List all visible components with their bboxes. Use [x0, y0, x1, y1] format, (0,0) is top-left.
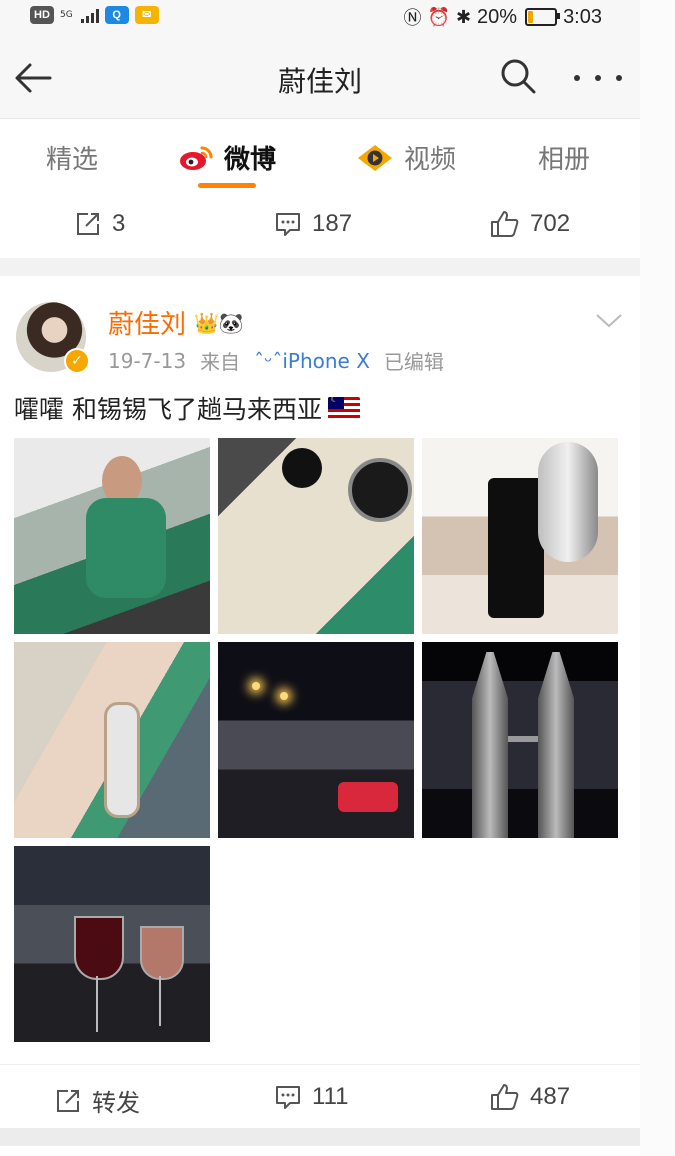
post-text: 嚯嚯 和锡锡飞了趟马来西亚	[14, 395, 322, 424]
status-bar: HD 5G Q ✉ Ⓝ ⏰ ✱ 20% 3:03	[0, 0, 640, 38]
username: 蔚佳刘	[108, 310, 187, 340]
edited-label: 已编辑	[383, 350, 444, 374]
video-icon	[358, 144, 392, 171]
photo-thumbnail[interactable]	[218, 642, 414, 838]
repost-count: 3	[112, 210, 126, 237]
weibo-logo-icon	[180, 146, 213, 170]
photo-thumbnail[interactable]	[14, 642, 210, 838]
post-actions: 转发 111 487	[0, 1064, 640, 1129]
like-count: 487	[530, 1083, 571, 1110]
post-card: ✓ 蔚佳刘 👑🐼 19-7-13 来自 ˆᵕˆiPhone X 已编辑 嚯嚯 和…	[0, 276, 640, 1128]
comment-icon	[276, 213, 300, 236]
comment-count: 187	[312, 210, 353, 237]
from-label: 来自	[200, 350, 241, 374]
photo-thumbnail[interactable]	[422, 438, 618, 634]
comment-count: 111	[312, 1083, 349, 1110]
network-type: 5G	[60, 10, 73, 20]
like-button[interactable]: 487	[490, 1083, 570, 1111]
tab-label: 精选	[46, 145, 99, 175]
battery-fill	[528, 11, 534, 23]
status-right-icons: Ⓝ ⏰ ✱ 20% 3:03	[404, 4, 602, 30]
top-nav-bar: 蔚佳刘	[0, 38, 640, 118]
active-tab-indicator	[198, 183, 256, 188]
signal-icon	[80, 7, 99, 23]
qq-icon: Q	[104, 6, 129, 24]
tab-label: 微博	[224, 145, 277, 175]
next-card-edge	[0, 1146, 640, 1156]
comment-button[interactable]: 187	[274, 210, 352, 238]
source-device: iPhone X	[282, 348, 370, 373]
profile-tabs: 精选 微博 视频 相册	[0, 118, 640, 193]
share-icon	[77, 213, 99, 235]
screen-margin	[640, 0, 675, 1156]
source-link[interactable]: ˆᵕˆiPhone X	[254, 349, 370, 373]
photo-grid	[14, 438, 620, 1044]
like-button[interactable]: 702	[490, 210, 570, 238]
comment-icon	[276, 1086, 300, 1109]
card-separator	[0, 1128, 640, 1146]
photo-thumbnail[interactable]	[14, 846, 210, 1042]
nfc-icon: Ⓝ	[403, 8, 422, 28]
battery-icon	[525, 8, 561, 26]
photo-thumbnail[interactable]	[422, 642, 618, 838]
repost-label: 转发	[92, 1090, 140, 1117]
post-text-line: 嚯嚯 和锡锡飞了趟马来西亚	[14, 390, 360, 426]
tab-featured[interactable]: 精选	[46, 139, 98, 176]
post-author[interactable]: 蔚佳刘 👑🐼	[108, 304, 244, 341]
photo-thumbnail[interactable]	[218, 438, 414, 634]
thumbs-up-icon	[491, 1084, 519, 1110]
post-date: 19-7-13	[108, 348, 187, 373]
status-left-icons: HD 5G Q ✉	[30, 6, 159, 24]
clock: 3:03	[563, 5, 602, 28]
previous-post-actions: 3 187 702	[0, 192, 640, 258]
tab-weibo[interactable]: 微博	[178, 139, 276, 176]
alarm-icon: ⏰	[427, 6, 450, 27]
tab-label: 视频	[404, 145, 457, 175]
verified-badge-icon: ✓	[64, 348, 90, 374]
mail-icon: ✉	[134, 6, 159, 24]
more-menu-icon[interactable]	[574, 58, 622, 98]
photo-thumbnail[interactable]	[14, 438, 210, 634]
battery-percent: 20%	[477, 5, 518, 28]
tab-album[interactable]: 相册	[538, 139, 590, 176]
bluetooth-icon: ✱	[455, 6, 472, 27]
post-meta: 19-7-13 来自 ˆᵕˆiPhone X 已编辑	[108, 346, 444, 375]
share-icon	[57, 1089, 79, 1112]
malaysia-flag-icon	[327, 397, 360, 419]
source-emoji: ˆᵕˆ	[254, 348, 283, 373]
thumbs-up-icon	[491, 211, 519, 237]
tab-video[interactable]: 视频	[356, 139, 456, 176]
comment-button[interactable]: 111	[274, 1083, 348, 1111]
repost-button[interactable]: 转发	[54, 1083, 140, 1118]
tab-label: 相册	[538, 145, 591, 175]
user-badges: 👑🐼	[194, 310, 244, 335]
repost-button[interactable]: 3	[74, 210, 125, 238]
hd-indicator: HD	[30, 6, 54, 24]
chevron-down-icon[interactable]	[594, 310, 624, 330]
search-icon[interactable]	[498, 56, 538, 96]
page-title: 蔚佳刘	[277, 65, 362, 98]
app-page: HD 5G Q ✉ Ⓝ ⏰ ✱ 20% 3:03 蔚佳刘 精选 微博 视频 相册…	[0, 0, 640, 1156]
like-count: 702	[530, 210, 571, 237]
